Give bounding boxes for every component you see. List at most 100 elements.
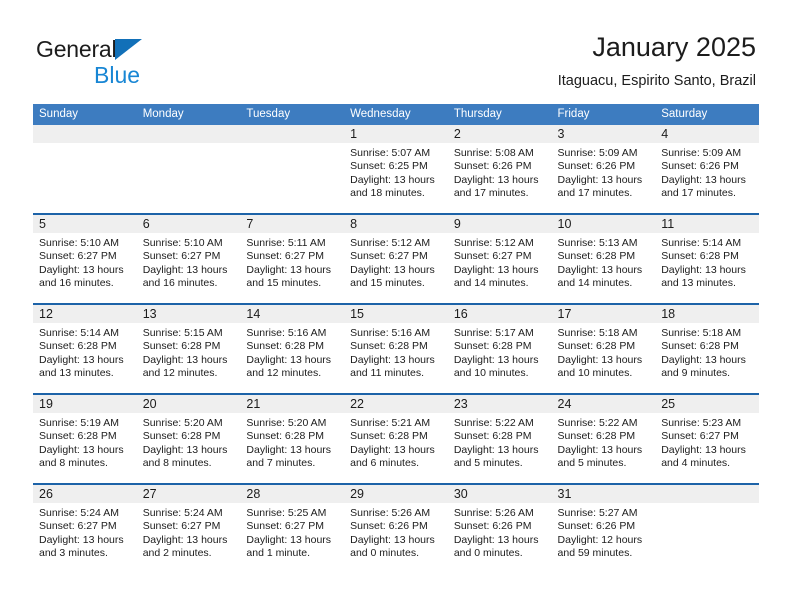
daylight-text-line1: Daylight: 13 hours — [142, 443, 228, 456]
day-cell-inner: 19 Sunrise: 5:19 AM Sunset: 6:28 PM Dayl… — [33, 395, 137, 483]
calendar-day-cell[interactable]: 3 Sunrise: 5:09 AM Sunset: 6:26 PM Dayli… — [551, 125, 656, 214]
calendar-day-cell[interactable]: 7 Sunrise: 5:11 AM Sunset: 6:27 PM Dayli… — [240, 213, 345, 304]
day-number: 3 — [551, 125, 656, 143]
calendar-day-cell[interactable]: 5 Sunrise: 5:10 AM Sunset: 6:27 PM Dayli… — [33, 213, 137, 304]
daylight-text-line1: Daylight: 13 hours — [557, 173, 643, 186]
sunset-text: Sunset: 6:27 PM — [453, 250, 532, 263]
calendar-day-cell[interactable]: 21 Sunrise: 5:20 AM Sunset: 6:28 PM Dayl… — [240, 393, 345, 484]
calendar-day-cell[interactable]: 20 Sunrise: 5:20 AM Sunset: 6:28 PM Dayl… — [136, 393, 241, 484]
day-number: 17 — [551, 305, 656, 323]
weekday-header-thursday: Thursday — [447, 104, 552, 125]
day-info: Sunrise: 5:23 AM Sunset: 6:27 PM Dayligh… — [655, 413, 759, 471]
day-info: Sunrise: 5:12 AM Sunset: 6:27 PM Dayligh… — [448, 233, 552, 291]
calendar-day-cell[interactable]: 16 Sunrise: 5:17 AM Sunset: 6:28 PM Dayl… — [447, 303, 552, 394]
calendar-day-cell[interactable] — [655, 483, 759, 573]
sunset-text: Sunset: 6:26 PM — [557, 160, 636, 173]
calendar-day-cell[interactable]: 17 Sunrise: 5:18 AM Sunset: 6:28 PM Dayl… — [551, 303, 656, 394]
day-number: 9 — [447, 215, 552, 233]
sunrise-text: Sunrise: 5:18 AM — [557, 327, 638, 339]
calendar-day-cell[interactable]: 4 Sunrise: 5:09 AM Sunset: 6:26 PM Dayli… — [655, 125, 759, 214]
sunrise-text: Sunrise: 5:10 AM — [142, 237, 223, 249]
day-number: 27 — [136, 485, 241, 503]
daylight-text-line1: Daylight: 13 hours — [661, 443, 746, 456]
daylight-text-line1: Daylight: 13 hours — [39, 263, 124, 276]
day-number: 8 — [344, 215, 448, 233]
day-info: Sunrise: 5:24 AM Sunset: 6:27 PM Dayligh… — [137, 503, 241, 561]
daylight-text-line2: and 13 minutes. — [661, 277, 736, 290]
day-number — [655, 485, 759, 503]
daylight-text-line1: Daylight: 13 hours — [557, 443, 643, 456]
calendar-day-cell[interactable]: 19 Sunrise: 5:19 AM Sunset: 6:28 PM Dayl… — [33, 393, 137, 484]
day-cell-inner: 3 Sunrise: 5:09 AM Sunset: 6:26 PM Dayli… — [551, 125, 656, 213]
calendar-day-cell[interactable]: 10 Sunrise: 5:13 AM Sunset: 6:28 PM Dayl… — [551, 213, 656, 304]
calendar-day-cell[interactable]: 24 Sunrise: 5:22 AM Sunset: 6:28 PM Dayl… — [551, 393, 656, 484]
calendar-day-cell[interactable] — [33, 125, 137, 214]
calendar-day-cell[interactable]: 6 Sunrise: 5:10 AM Sunset: 6:27 PM Dayli… — [136, 213, 241, 304]
day-cell-inner: 13 Sunrise: 5:15 AM Sunset: 6:28 PM Dayl… — [136, 305, 241, 393]
daylight-text-line1: Daylight: 13 hours — [246, 443, 332, 456]
sunrise-text: Sunrise: 5:19 AM — [39, 417, 119, 429]
day-cell-inner: 31 Sunrise: 5:27 AM Sunset: 6:26 PM Dayl… — [551, 485, 656, 573]
daylight-text-line2: and 3 minutes. — [39, 547, 108, 560]
calendar-day-cell[interactable] — [136, 125, 241, 214]
daylight-text-line2: and 8 minutes. — [142, 457, 212, 470]
daylight-text-line1: Daylight: 13 hours — [350, 443, 435, 456]
sunset-text: Sunset: 6:28 PM — [350, 340, 428, 353]
calendar-day-cell[interactable]: 22 Sunrise: 5:21 AM Sunset: 6:28 PM Dayl… — [344, 393, 448, 484]
calendar-day-cell[interactable]: 2 Sunrise: 5:08 AM Sunset: 6:26 PM Dayli… — [447, 125, 552, 214]
day-info: Sunrise: 5:10 AM Sunset: 6:27 PM Dayligh… — [33, 233, 137, 291]
calendar-day-cell[interactable]: 23 Sunrise: 5:22 AM Sunset: 6:28 PM Dayl… — [447, 393, 552, 484]
day-info: Sunrise: 5:27 AM Sunset: 6:26 PM Dayligh… — [552, 503, 656, 561]
calendar-day-cell[interactable]: 13 Sunrise: 5:15 AM Sunset: 6:28 PM Dayl… — [136, 303, 241, 394]
day-info: Sunrise: 5:11 AM Sunset: 6:27 PM Dayligh… — [240, 233, 344, 291]
day-cell-inner: 22 Sunrise: 5:21 AM Sunset: 6:28 PM Dayl… — [344, 395, 448, 483]
calendar-day-cell[interactable]: 30 Sunrise: 5:26 AM Sunset: 6:26 PM Dayl… — [447, 483, 552, 573]
page-title: January 2025 — [592, 32, 756, 62]
day-number: 26 — [33, 485, 137, 503]
calendar-day-cell[interactable]: 31 Sunrise: 5:27 AM Sunset: 6:26 PM Dayl… — [551, 483, 656, 573]
calendar-day-cell[interactable]: 28 Sunrise: 5:25 AM Sunset: 6:27 PM Dayl… — [240, 483, 345, 573]
calendar-day-cell[interactable]: 12 Sunrise: 5:14 AM Sunset: 6:28 PM Dayl… — [33, 303, 137, 394]
calendar-day-cell[interactable]: 1 Sunrise: 5:07 AM Sunset: 6:25 PM Dayli… — [344, 125, 448, 214]
day-info: Sunrise: 5:19 AM Sunset: 6:28 PM Dayligh… — [33, 413, 137, 471]
day-number: 14 — [240, 305, 345, 323]
sunrise-text: Sunrise: 5:07 AM — [350, 147, 431, 159]
calendar-day-cell[interactable] — [240, 125, 345, 214]
day-number: 16 — [447, 305, 552, 323]
calendar-day-cell[interactable]: 14 Sunrise: 5:16 AM Sunset: 6:28 PM Dayl… — [240, 303, 345, 394]
calendar-day-cell[interactable]: 27 Sunrise: 5:24 AM Sunset: 6:27 PM Dayl… — [136, 483, 241, 573]
day-cell-inner: 25 Sunrise: 5:23 AM Sunset: 6:27 PM Dayl… — [655, 395, 759, 483]
calendar-day-cell[interactable]: 15 Sunrise: 5:16 AM Sunset: 6:28 PM Dayl… — [344, 303, 448, 394]
daylight-text-line1: Daylight: 13 hours — [142, 263, 228, 276]
calendar-header-row: Sunday Monday Tuesday Wednesday Thursday… — [33, 104, 759, 125]
brand-logo[interactable]: General Blue — [36, 36, 256, 88]
daylight-text-line2: and 10 minutes. — [453, 367, 529, 380]
daylight-text-line2: and 13 minutes. — [39, 367, 114, 380]
day-cell-inner: 27 Sunrise: 5:24 AM Sunset: 6:27 PM Dayl… — [136, 485, 241, 573]
daylight-text-line2: and 16 minutes. — [39, 277, 114, 290]
daylight-text-line2: and 14 minutes. — [453, 277, 529, 290]
sunset-text: Sunset: 6:27 PM — [39, 520, 117, 533]
calendar-day-cell[interactable]: 29 Sunrise: 5:26 AM Sunset: 6:26 PM Dayl… — [344, 483, 448, 573]
sunrise-text: Sunrise: 5:23 AM — [661, 417, 742, 429]
day-cell-inner: 2 Sunrise: 5:08 AM Sunset: 6:26 PM Dayli… — [447, 125, 552, 213]
calendar-week-row: 12 Sunrise: 5:14 AM Sunset: 6:28 PM Dayl… — [33, 303, 759, 394]
sunset-text: Sunset: 6:28 PM — [661, 340, 739, 353]
day-cell-inner: 24 Sunrise: 5:22 AM Sunset: 6:28 PM Dayl… — [551, 395, 656, 483]
calendar-day-cell[interactable]: 8 Sunrise: 5:12 AM Sunset: 6:27 PM Dayli… — [344, 213, 448, 304]
daylight-text-line1: Daylight: 13 hours — [142, 533, 228, 546]
calendar-day-cell[interactable]: 11 Sunrise: 5:14 AM Sunset: 6:28 PM Dayl… — [655, 213, 759, 304]
daylight-text-line2: and 12 minutes. — [142, 367, 218, 380]
daylight-text-line2: and 12 minutes. — [246, 367, 322, 380]
daylight-text-line1: Daylight: 13 hours — [39, 533, 124, 546]
daylight-text-line1: Daylight: 13 hours — [350, 263, 435, 276]
calendar-day-cell[interactable]: 9 Sunrise: 5:12 AM Sunset: 6:27 PM Dayli… — [447, 213, 552, 304]
calendar-day-cell[interactable]: 25 Sunrise: 5:23 AM Sunset: 6:27 PM Dayl… — [655, 393, 759, 484]
sunset-text: Sunset: 6:26 PM — [453, 520, 532, 533]
day-cell-inner: 21 Sunrise: 5:20 AM Sunset: 6:28 PM Dayl… — [240, 395, 345, 483]
calendar-day-cell[interactable]: 18 Sunrise: 5:18 AM Sunset: 6:28 PM Dayl… — [655, 303, 759, 394]
day-info: Sunrise: 5:18 AM Sunset: 6:28 PM Dayligh… — [655, 323, 759, 381]
sunrise-text: Sunrise: 5:09 AM — [661, 147, 742, 159]
sunset-text: Sunset: 6:27 PM — [661, 430, 739, 443]
calendar-day-cell[interactable]: 26 Sunrise: 5:24 AM Sunset: 6:27 PM Dayl… — [33, 483, 137, 573]
